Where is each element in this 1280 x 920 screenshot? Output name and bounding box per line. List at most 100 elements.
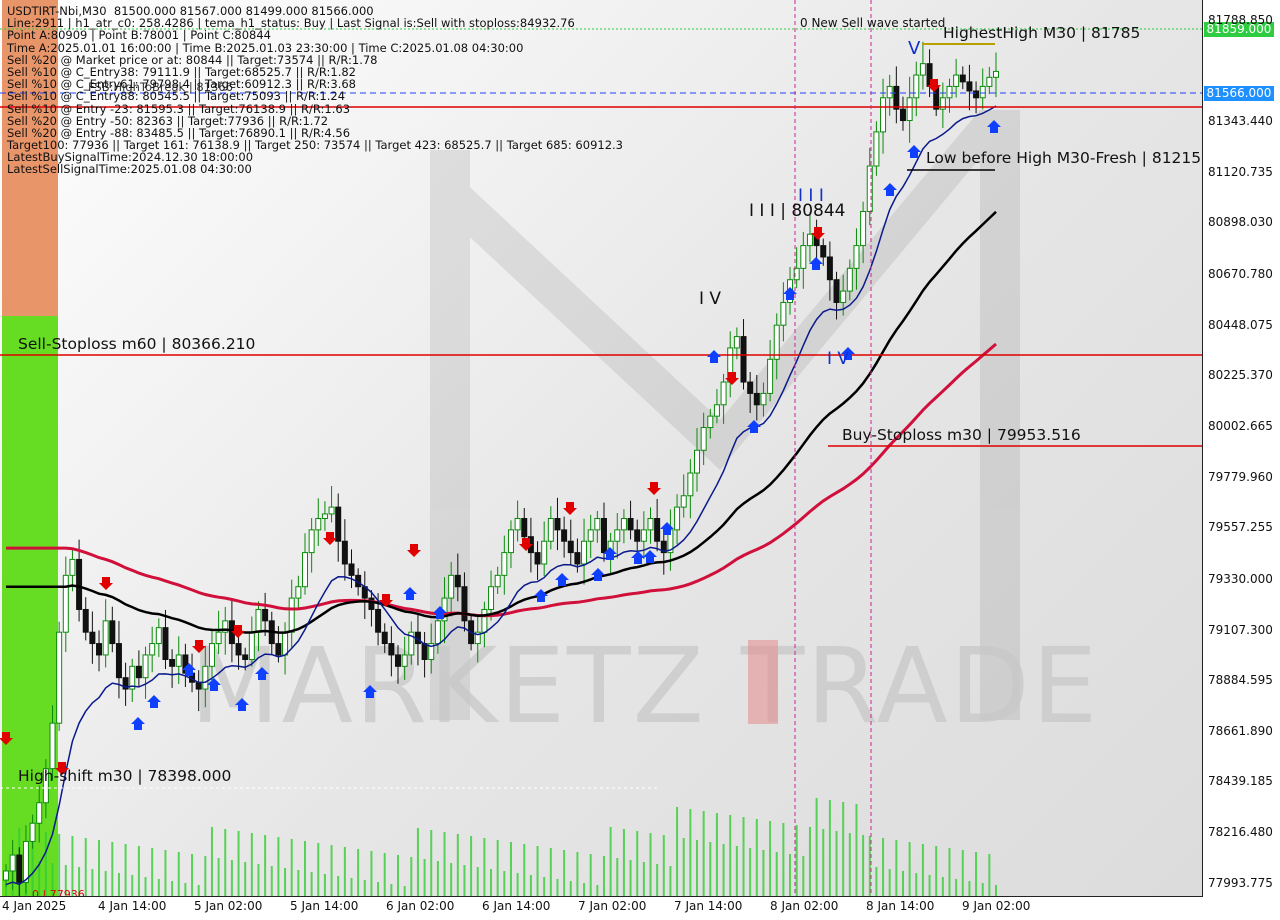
volume-bar (882, 838, 885, 896)
buy-arrow-icon (643, 550, 657, 563)
volume-bar (164, 850, 167, 896)
volume-bar (702, 811, 705, 896)
volume-bar (762, 850, 765, 896)
volume-bar (144, 877, 147, 896)
volume-bar (137, 846, 140, 896)
candle-body (973, 90, 980, 99)
candle-body (22, 840, 29, 883)
volume-bar (197, 885, 200, 896)
overlap-text: FSB:HighToBreak | 81366 (88, 80, 233, 94)
plot-area[interactable]: MARKETZ TRADE USDTIRT-Nbi,M30 81500.000 (0, 0, 1203, 897)
sell-arrow-icon (647, 482, 661, 495)
volume-bar (755, 819, 758, 896)
candle-body (647, 517, 654, 531)
y-tick-label: 80670.780 (1208, 266, 1273, 281)
candle-body (534, 552, 541, 565)
buy-arrow-icon (883, 183, 897, 196)
volume-bar (915, 873, 918, 896)
x-tick-label: 4 Jan 14:00 (98, 899, 167, 913)
candle-body (780, 301, 787, 326)
candle-body (561, 529, 568, 542)
volume-bar (390, 884, 393, 896)
sell-arrow-icon (811, 227, 825, 240)
wave-iv-lower-label: I V (827, 349, 850, 369)
volume-bar (410, 857, 413, 896)
candle-body (946, 85, 953, 99)
candle-body (574, 552, 581, 565)
buy-arrow-icon (403, 587, 417, 600)
candle-body (301, 552, 308, 588)
new-sell-wave-label: 0 New Sell wave started (800, 16, 946, 30)
volume-bar (895, 840, 898, 896)
candle-body (547, 517, 554, 542)
volume-bar (928, 875, 931, 896)
candle-body (627, 517, 634, 531)
candle-body (541, 540, 548, 565)
volume-bar (483, 838, 486, 896)
y-tick-label: 81788.850 (1208, 12, 1273, 27)
buy-stoploss-label: Buy-Stoploss m30 | 79953.516 (842, 426, 1081, 444)
chart-window: MARKETZ TRADE USDTIRT-Nbi,M30 81500.000 (0, 0, 1280, 920)
volume-bar (961, 850, 964, 896)
candle-body (966, 81, 973, 92)
candle-body (886, 85, 893, 99)
buy-arrow-icon (707, 350, 721, 363)
y-tick-label: 78439.185 (1208, 774, 1273, 789)
candle-body (567, 540, 574, 554)
candle-body (235, 643, 242, 656)
candle-body (69, 558, 76, 576)
volume-bar (443, 832, 446, 896)
volume-bar (124, 844, 127, 896)
volume-bar (523, 844, 526, 896)
volume-bar (569, 881, 572, 896)
volume-bar (769, 821, 772, 896)
y-tick-label: 79557.255 (1208, 520, 1273, 535)
candle-body (707, 415, 714, 429)
highest-high-label: HighestHigh M30 | 81785 (943, 24, 1141, 42)
info-line: Point A:80909 | Point B:78001 | Point C:… (7, 28, 271, 43)
candle-body (554, 517, 561, 531)
volume-bar (536, 846, 539, 896)
x-tick-label: 6 Jan 14:00 (482, 899, 551, 913)
volume-bar (111, 842, 114, 896)
volume-bar (948, 848, 951, 896)
volume-bar (416, 828, 419, 896)
volume-bar (868, 836, 871, 896)
candle-body (155, 627, 162, 645)
low-before-high-label: Low before High M30-Fresh | 81215.0 (926, 149, 1203, 167)
volume-bar (988, 854, 991, 896)
volume-bar (616, 858, 619, 896)
candle-body (162, 627, 169, 660)
candle-body (953, 74, 960, 87)
volume-bar (91, 869, 94, 896)
volume-bar (71, 836, 74, 896)
buy-arrow-icon (147, 695, 161, 708)
candle-body (149, 643, 156, 656)
x-tick-label: 8 Jan 02:00 (770, 899, 839, 913)
volume-bar (636, 831, 639, 896)
candle-body (388, 643, 395, 656)
candle-body (3, 870, 9, 881)
volume-bar (476, 867, 479, 896)
candle-body (448, 574, 455, 599)
candle-body (494, 574, 501, 588)
volume-bar (151, 848, 154, 896)
candle-body (29, 822, 36, 842)
bottom-left-label: 0 | 77936 (32, 888, 85, 897)
volume-bar (177, 852, 180, 896)
volume-bar (782, 823, 785, 896)
candle-body (767, 358, 774, 394)
y-tick-label: 78884.595 (1208, 673, 1273, 688)
volume-bar (450, 863, 453, 896)
candle-body (401, 654, 408, 667)
candle-body (215, 631, 222, 645)
candle-body (913, 74, 920, 99)
candle-body (36, 802, 43, 824)
volume-bar (596, 885, 599, 896)
volume-bar (84, 838, 87, 896)
candle-body (899, 108, 906, 122)
candle-body (348, 563, 355, 576)
candle-body (454, 574, 461, 588)
candle-body (89, 631, 96, 645)
watermark-text: MARKETZ TRADE (190, 625, 1099, 747)
